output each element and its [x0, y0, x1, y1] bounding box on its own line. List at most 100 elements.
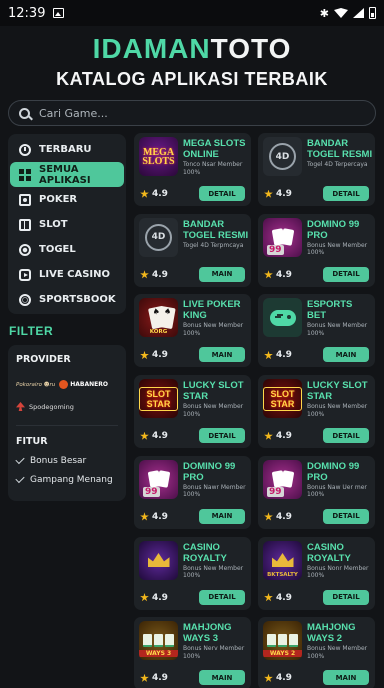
- rating-value: 4.9: [152, 592, 168, 603]
- app-description: Bonus New Member 100%: [307, 241, 368, 257]
- rating-value: 4.9: [152, 350, 168, 361]
- app-thumbnail[interactable]: BKTSALTY: [263, 540, 302, 580]
- app-card[interactable]: 99 DOMINO 99 PRO Bonus Nawr Member 100% 4.9…: [134, 455, 251, 529]
- cards-icon: [19, 193, 31, 206]
- sidebar-item-togel[interactable]: TOGEL: [10, 237, 124, 262]
- app-action-button[interactable]: MAIN: [199, 670, 245, 686]
- mahjong-tile-icon: [143, 634, 152, 648]
- app-card[interactable]: CASINO ROYALTY Bonus New Member 100% 4.9 DE…: [134, 536, 251, 610]
- feature-option-gampang-menang[interactable]: Gampang Menang: [15, 473, 118, 485]
- rating-value: 4.9: [276, 431, 292, 442]
- app-card[interactable]: ESPORTS BET Bonus New Member 100% 4.9 MAIN: [258, 294, 375, 368]
- app-action-button[interactable]: MAIN: [199, 266, 245, 282]
- app-thumbnail[interactable]: 99: [139, 459, 178, 499]
- sidebar-item-label: TERBARU: [39, 144, 92, 155]
- app-action-button[interactable]: DETAIL: [199, 186, 245, 201]
- thumbnail-text: 99: [143, 486, 160, 497]
- app-thumbnail[interactable]: ♠ ♠ KORG: [139, 298, 178, 338]
- thumbnail-text: BKTSALTY: [267, 571, 298, 578]
- feature-label: Gampang Menang: [30, 475, 113, 485]
- app-card[interactable]: SLOT STAR LUCKY SLOT STAR Bonus New Member…: [134, 375, 251, 449]
- app-thumbnail[interactable]: [139, 540, 178, 580]
- app-action-button[interactable]: MAIN: [199, 347, 245, 363]
- crown-icon: [271, 553, 294, 567]
- status-bar: 12:39 ✱: [0, 0, 384, 26]
- app-thumbnail[interactable]: MEGA SLOTS: [139, 137, 178, 176]
- sidebar-item-label: SLOT: [39, 219, 68, 230]
- provider-label: Spodegoming: [29, 402, 74, 411]
- battery-icon: [369, 7, 376, 19]
- sidebar-item-live-casino[interactable]: LIVE CASINO: [10, 262, 124, 287]
- app-card[interactable]: WAYS 2 MAHJONG WAYS 2 Bonus New Member 100…: [258, 617, 375, 688]
- crown-icon: [147, 553, 170, 567]
- app-thumbnail[interactable]: WAYS 3: [139, 621, 178, 661]
- thumbnail-text: SLOT STAR: [263, 386, 302, 411]
- app-action-button[interactable]: DETAIL: [323, 186, 369, 201]
- app-thumbnail[interactable]: 99: [263, 459, 302, 499]
- star-icon: [264, 673, 273, 682]
- sidebar-item-terbaru[interactable]: TERBARU: [10, 137, 124, 162]
- app-thumbnail[interactable]: WAYS 2: [263, 621, 302, 661]
- page-title: KATALOG APLIKASI TERBAIK: [56, 69, 328, 89]
- app-action-button[interactable]: MAIN: [323, 347, 369, 363]
- provider-logo-spadegaming[interactable]: Spodegoming: [16, 402, 118, 411]
- app-card[interactable]: BKTSALTY CASINO ROYALTY Bonus Nonr Member …: [258, 536, 375, 610]
- app-action-button[interactable]: DETAIL: [199, 589, 245, 605]
- search-input[interactable]: [39, 106, 339, 120]
- sidebar-item-slot[interactable]: SLOT: [10, 212, 124, 237]
- app-action-button[interactable]: DETAIL: [323, 266, 369, 282]
- app-action-button[interactable]: MAIN: [199, 508, 245, 524]
- app-card[interactable]: MEGA SLOTS MEGA SLOTS ONLINE Tonco Nsar Me…: [134, 133, 251, 206]
- check-icon: [15, 473, 25, 484]
- app-card[interactable]: 4D BANDAR TOGEL RESMI Togel 4D Terpmcaya 4.…: [134, 213, 251, 287]
- star-icon: [140, 431, 149, 440]
- brand-part2: TOTO: [210, 33, 292, 64]
- app-action-button[interactable]: DETAIL: [323, 589, 369, 605]
- app-action-button[interactable]: MAIN: [323, 670, 369, 686]
- search-bar[interactable]: [8, 100, 376, 126]
- app-action-button[interactable]: DETAIL: [323, 428, 369, 444]
- sidebar-item-sportsbook[interactable]: SPORTSBOOK: [10, 287, 124, 312]
- app-description: Bonus New Member 100%: [183, 322, 244, 337]
- app-rating: 4.9: [140, 189, 168, 199]
- feature-option-bonus-besar[interactable]: Bonus Besar: [15, 454, 118, 466]
- app-thumbnail[interactable]: 4D: [139, 217, 178, 257]
- app-card[interactable]: ♠ ♠ KORG LIVE POKER KING Bonus New Member 10…: [134, 294, 251, 368]
- app-thumbnail[interactable]: 4D: [263, 137, 302, 176]
- sidebar-item-poker[interactable]: POKER: [10, 187, 124, 212]
- spade-icon: [16, 402, 25, 411]
- rating-value: 4.9: [276, 673, 292, 684]
- rating-value: 4.9: [152, 431, 168, 442]
- domino-card-icon: [156, 470, 170, 489]
- gallery-notification-icon: [53, 8, 65, 18]
- app-action-button[interactable]: DETAIL: [323, 508, 369, 524]
- app-card[interactable]: WAYS 3 MAHJONG WAYS 3 Bonus Nerv Member 10…: [134, 617, 251, 688]
- app-action-button[interactable]: DETAIL: [199, 428, 245, 444]
- app-rating: 4.9: [140, 431, 168, 441]
- mahjong-tile-icon: [267, 634, 276, 648]
- app-card[interactable]: 4D BANDAR TOGEL RESMI Togel 4D Terpercaya 4…: [258, 133, 375, 206]
- star-icon: [264, 512, 273, 521]
- app-card[interactable]: 99 DOMINO 99 PRO Bonus New Member 100% 4.9 D…: [258, 213, 375, 287]
- app-thumbnail[interactable]: SLOT STAR: [263, 379, 302, 419]
- app-description: Togel 4D Terpercaya: [307, 161, 368, 168]
- provider-logo-habanero[interactable]: HABANERO: [59, 380, 108, 389]
- app-rating: 4.9: [140, 593, 168, 603]
- live-icon: [19, 268, 31, 281]
- app-rating: 4.9: [140, 270, 168, 280]
- app-card[interactable]: SLOT STAR LUCKY SLOT STAR Bonus New Member…: [258, 375, 375, 449]
- rating-value: 4.9: [152, 189, 168, 199]
- rating-value: 4.9: [276, 189, 292, 199]
- app-thumbnail[interactable]: [263, 298, 302, 338]
- app-card[interactable]: 99 DOMINO 99 PRO Bonus Naw Uer mer 100% 4.9…: [258, 455, 375, 529]
- app-title: DOMINO 99 PRO: [307, 218, 360, 241]
- app-rating: 4.9: [264, 189, 292, 199]
- app-thumbnail[interactable]: SLOT STAR: [139, 379, 178, 419]
- star-icon: [264, 270, 273, 279]
- thumbnail-text: SLOT STAR: [139, 386, 178, 411]
- provider-logo-pokorairo[interactable]: Pokorairo ☻ru: [16, 382, 55, 388]
- thumbnail-text: MEGA SLOTS: [142, 146, 175, 167]
- star-icon: [264, 593, 273, 602]
- app-thumbnail[interactable]: 99: [263, 217, 302, 257]
- sidebar-item-semua-aplikasi[interactable]: SEMUA APLIKASI: [10, 162, 124, 187]
